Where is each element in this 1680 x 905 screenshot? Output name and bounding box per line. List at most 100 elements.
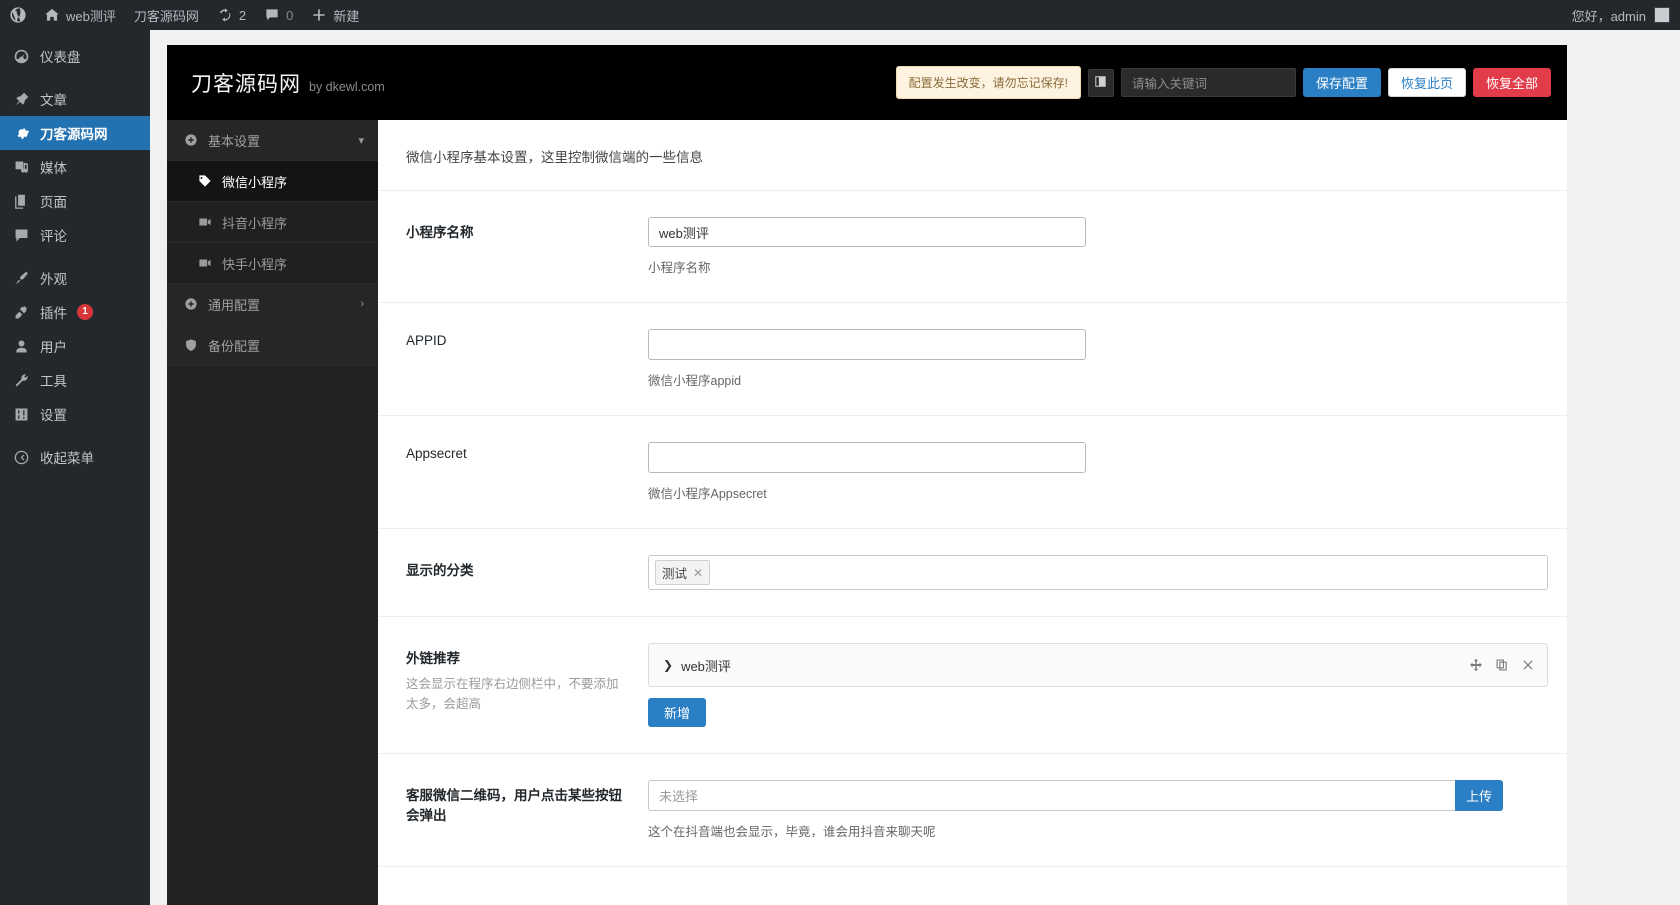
field-control-app-name: web测评 小程序名称 xyxy=(648,217,1539,276)
sidebar-toggle-icon xyxy=(1094,75,1107,91)
sidebar-item-dashboard[interactable]: 仪表盘 xyxy=(0,39,150,73)
sidebar-item-label: 页面 xyxy=(40,191,67,211)
sidebar-item-collapse[interactable]: 收起菜单 xyxy=(0,440,150,474)
sidebar-item-appearance[interactable]: 外观 xyxy=(0,261,150,295)
account-menu[interactable]: 您好，admin xyxy=(1572,6,1680,25)
sidebar-item-label: 文章 xyxy=(40,89,67,109)
field-label-appsecret: Appsecret xyxy=(406,442,648,461)
new-content-label: 新建 xyxy=(333,6,359,25)
appsecret-hint: 微信小程序Appsecret xyxy=(648,483,1539,502)
updates-count: 2 xyxy=(239,8,246,23)
field-row-external-links: 外链推荐 这会显示在程序右边侧栏中，不要添加太多，会超高 ❯ web测评 xyxy=(378,617,1567,754)
subnav-group-backup-config[interactable]: 备份配置 xyxy=(167,325,378,366)
sidebar-item-label: 设置 xyxy=(40,404,67,424)
restore-page-button[interactable]: 恢复此页 xyxy=(1388,68,1466,97)
subnav-item-wechat-miniprogram[interactable]: 微信小程序 xyxy=(167,161,378,202)
field-row-categories: 显示的分类 测试 ✕ xyxy=(378,529,1567,617)
subnav-item-label: 抖音小程序 xyxy=(222,213,287,232)
shield-icon xyxy=(183,337,199,353)
plugin-plug-icon xyxy=(11,302,31,322)
panel-toolbar: 配置发生改变，请勿忘记保存! 请输入关键词 保存配置 恢复此页 恢复全部 xyxy=(896,66,1551,99)
wrench-icon xyxy=(11,370,31,390)
field-control-external-links: ❯ web测评 xyxy=(648,643,1548,727)
field-row-appid: APPID 微信小程序appid xyxy=(378,303,1567,416)
site-name-button[interactable]: web测评 xyxy=(35,0,125,30)
copy-icon[interactable] xyxy=(1495,658,1509,672)
move-arrows-icon[interactable] xyxy=(1469,658,1483,672)
appid-hint: 微信小程序appid xyxy=(648,370,1539,389)
repeater-item-actions xyxy=(1469,658,1535,672)
sidebar-item-tools[interactable]: 工具 xyxy=(0,363,150,397)
field-row-appsecret: Appsecret 微信小程序Appsecret xyxy=(378,416,1567,529)
options-panel: 刀客源码网 by dkewl.com 配置发生改变，请勿忘记保存! 请输入关键词… xyxy=(167,45,1567,905)
tag-chip[interactable]: 测试 ✕ xyxy=(655,560,710,585)
sidebar-item-settings[interactable]: 设置 xyxy=(0,397,150,431)
appid-input[interactable] xyxy=(648,329,1086,360)
upload-button[interactable]: 上传 xyxy=(1455,780,1503,811)
unsaved-changes-warning: 配置发生改变，请勿忘记保存! xyxy=(896,66,1081,99)
service-qrcode-upload-row: 未选择 上传 xyxy=(648,780,1503,811)
field-control-service-qrcode: 未选择 上传 这个在抖音端也会显示，毕竟，谁会用抖音来聊天呢 xyxy=(648,780,1539,840)
close-x-icon[interactable] xyxy=(1521,658,1535,672)
sidebar-item-plugins[interactable]: 插件 1 xyxy=(0,295,150,329)
new-content-button[interactable]: 新建 xyxy=(302,0,368,30)
service-qrcode-input[interactable]: 未选择 xyxy=(648,780,1455,811)
subnav-group-label: 备份配置 xyxy=(208,336,260,355)
admin-sidebar-menu: 仪表盘 文章 刀客源码网 媒体 页面 评论 外观 xyxy=(0,30,150,905)
search-placeholder: 请输入关键词 xyxy=(1132,73,1207,92)
comments-count: 0 xyxy=(286,8,293,23)
sidebar-item-users[interactable]: 用户 xyxy=(0,329,150,363)
subnav-item-kuaishou-miniprogram[interactable]: 快手小程序 xyxy=(167,243,378,284)
wordpress-logo-icon xyxy=(10,7,26,23)
panel-brand: 刀客源码网 by dkewl.com xyxy=(191,68,385,98)
subnav-group-label: 通用配置 xyxy=(208,295,260,314)
field-title: 客服微信二维码，用户点击某些按钮会弹出 xyxy=(406,784,628,824)
sidebar-item-label: 媒体 xyxy=(40,157,67,177)
sidebar-item-label: 外观 xyxy=(40,268,67,288)
sidebar-item-media[interactable]: 媒体 xyxy=(0,150,150,184)
settings-content: 微信小程序基本设置，这里控制微信端的一些信息 小程序名称 web测评 小程序名称… xyxy=(378,120,1567,905)
sidebar-item-label: 评论 xyxy=(40,225,67,245)
field-title: APPID xyxy=(406,333,628,348)
close-x-icon[interactable]: ✕ xyxy=(693,566,703,580)
sidebar-toggle-button[interactable] xyxy=(1088,69,1114,97)
app-name-input[interactable]: web测评 xyxy=(648,217,1086,247)
sidebar-item-label: 收起菜单 xyxy=(40,447,94,467)
field-title: Appsecret xyxy=(406,446,628,461)
updates-button[interactable]: 2 xyxy=(208,0,255,30)
field-label-appid: APPID xyxy=(406,329,648,348)
restore-all-button[interactable]: 恢复全部 xyxy=(1473,68,1551,97)
wordpress-logo-button[interactable] xyxy=(0,0,35,30)
field-label-app-name: 小程序名称 xyxy=(406,217,648,241)
subnav-group-general-config[interactable]: 通用配置 › xyxy=(167,284,378,325)
updates-icon xyxy=(217,7,233,23)
admin-bar: web测评 刀客源码网 2 0 新建 您好，admin xyxy=(0,0,1680,30)
sidebar-item-pages[interactable]: 页面 xyxy=(0,184,150,218)
field-control-categories: 测试 ✕ xyxy=(648,555,1548,590)
comments-icon xyxy=(11,225,31,245)
add-external-link-button[interactable]: 新增 xyxy=(648,698,706,727)
sidebar-item-comments[interactable]: 评论 xyxy=(0,218,150,252)
search-input[interactable]: 请输入关键词 xyxy=(1121,68,1296,97)
plugin-update-badge: 1 xyxy=(77,304,93,320)
appsecret-input[interactable] xyxy=(648,442,1086,473)
subnav-group-basic-settings[interactable]: 基本设置 ▾ xyxy=(167,120,378,161)
save-button[interactable]: 保存配置 xyxy=(1303,68,1381,97)
repeater-item[interactable]: ❯ web测评 xyxy=(648,643,1548,687)
comment-bubble-icon xyxy=(264,7,280,23)
settings-sliders-icon xyxy=(11,404,31,424)
field-label-categories: 显示的分类 xyxy=(406,555,648,579)
chevron-right-icon[interactable]: ❯ xyxy=(663,658,673,672)
chevron-down-icon: ▾ xyxy=(358,134,364,147)
field-label-external-links: 外链推荐 这会显示在程序右边侧栏中，不要添加太多，会超高 xyxy=(406,643,648,714)
plugin-name-button[interactable]: 刀客源码网 xyxy=(125,0,208,30)
subnav-item-label: 微信小程序 xyxy=(222,172,287,191)
sidebar-item-posts[interactable]: 文章 xyxy=(0,82,150,116)
menu-spacer-top xyxy=(0,30,150,39)
comments-button[interactable]: 0 xyxy=(255,0,302,30)
page-body: 刀客源码网 by dkewl.com 配置发生改变，请勿忘记保存! 请输入关键词… xyxy=(150,30,1680,905)
field-sublabel: 这会显示在程序右边侧栏中，不要添加太多，会超高 xyxy=(406,674,628,714)
categories-tag-select[interactable]: 测试 ✕ xyxy=(648,555,1548,590)
sidebar-item-dkewl[interactable]: 刀客源码网 xyxy=(0,116,150,150)
subnav-item-douyin-miniprogram[interactable]: 抖音小程序 xyxy=(167,202,378,243)
